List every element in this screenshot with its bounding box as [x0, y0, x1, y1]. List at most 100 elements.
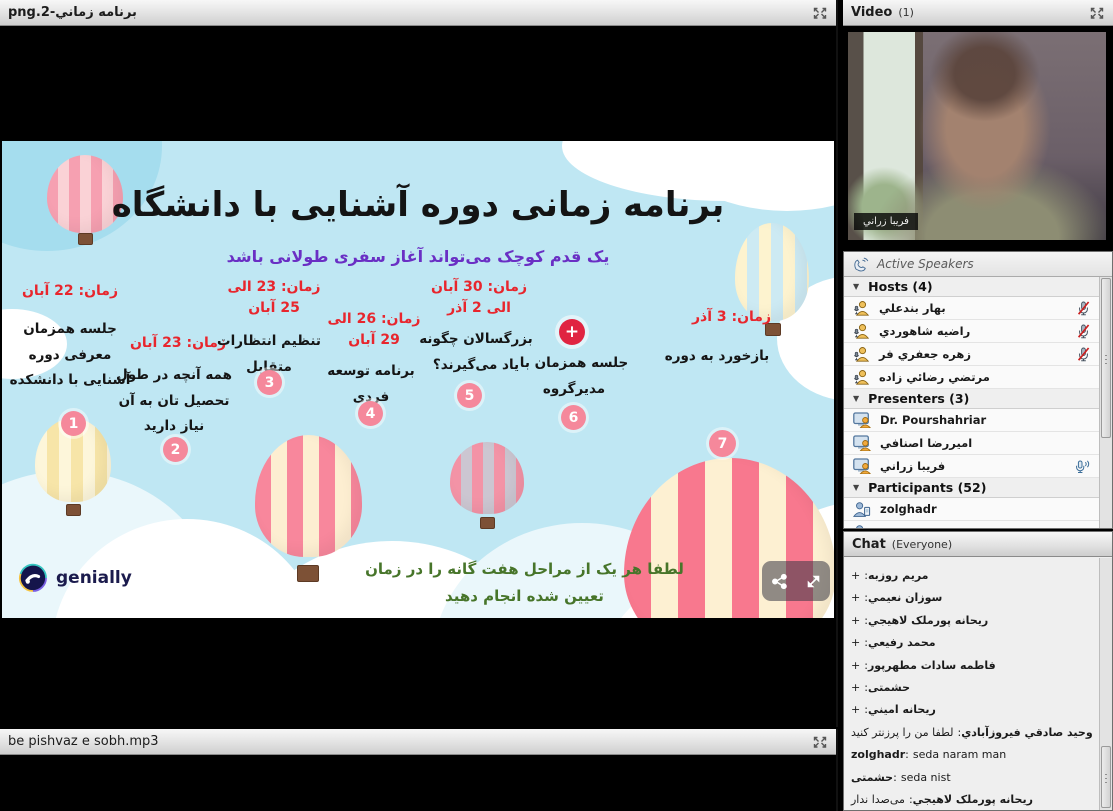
step-number[interactable]: 1 — [61, 411, 86, 436]
step-date: زمان: 26 الی 29 آبان — [324, 309, 424, 351]
collapse-triangle-icon[interactable]: ▼ — [853, 483, 859, 492]
share-pod: برنامه زماني-2.png — [0, 0, 838, 727]
genially-wordmark: genially — [56, 568, 132, 588]
attendee-row[interactable]: فريبا زراني — [844, 455, 1099, 478]
attendee-row[interactable]: زهره جعفري فر — [844, 343, 1099, 366]
video-pod: Video (1) فريبا زراني — [843, 0, 1113, 249]
chat-message: حشمتی:seda nist — [851, 767, 1093, 789]
chat-text: لطفا من را پرزنتر کنيد — [851, 726, 953, 739]
chat-message: وحيد صادقي فيروزآبادي:لطفا من را پرزنتر … — [851, 722, 1093, 744]
fullscreen-icon[interactable] — [812, 735, 828, 749]
participant-icon — [853, 524, 871, 528]
section-participants[interactable]: ▼ Participants (52) — [844, 478, 1099, 498]
presenter-icon — [853, 458, 871, 474]
attendee-name: اميررضا اصنافي — [880, 436, 972, 450]
chat-message: فاطمه سادات مطهرپور:+ — [851, 655, 1093, 677]
balloon-basket — [78, 233, 93, 245]
mic-muted-icon — [1077, 347, 1090, 362]
video-pod-titlebar[interactable]: Video (1) — [843, 0, 1113, 26]
chat-message: ريحانه پورملک لاهيجي:می‌صدا ندار — [851, 789, 1093, 810]
chat-pod-titlebar[interactable]: Chat (Everyone) — [844, 532, 1112, 557]
chat-author: حشمتی — [868, 681, 910, 694]
share-icon[interactable] — [771, 573, 788, 590]
fullscreen-icon[interactable] — [812, 6, 828, 20]
presenter-icon — [853, 412, 871, 428]
genially-logo[interactable]: genially — [18, 563, 132, 593]
infographic-title: برنامه زمانی دوره آشنایی با دانشگاه — [62, 185, 774, 225]
step-plus-button[interactable]: + — [559, 319, 585, 345]
chat-message: مريم روزبه:+ — [851, 565, 1093, 587]
step-number[interactable]: 3 — [257, 370, 282, 395]
collapse-triangle-icon[interactable]: ▼ — [853, 394, 859, 403]
mic-active-icon — [1075, 459, 1090, 474]
balloon-basket — [297, 565, 319, 582]
balloon — [450, 442, 524, 514]
chat-text: + — [851, 636, 860, 649]
attendee-name: zolghadr — [880, 502, 937, 516]
host-icon — [853, 300, 870, 316]
chat-text: + — [851, 569, 860, 582]
attendee-row[interactable]: zolghadr — [844, 498, 1099, 521]
step-number[interactable]: 5 — [457, 383, 482, 408]
chat-author: وحيد صادقي فيروزآبادي — [961, 726, 1092, 739]
video-count: (1) — [898, 6, 914, 19]
attendee-row[interactable]: Dr. Pourshahriar — [844, 409, 1099, 432]
host-icon — [853, 369, 870, 385]
chat-author: سوزان نعيمي — [868, 591, 942, 604]
attendees-scrollbar[interactable] — [1099, 277, 1112, 528]
chat-author: ريحانه اميني — [868, 703, 936, 716]
scrollbar-thumb[interactable] — [1101, 278, 1111, 438]
section-label: Presenters (3) — [868, 391, 969, 406]
attendee-name: Dr. Pourshahriar — [880, 413, 986, 427]
active-speakers-label: Active Speakers — [877, 257, 974, 271]
step-date: زمان: 3 آذر — [674, 307, 789, 328]
chat-text: + — [851, 659, 860, 672]
chat-text: + — [851, 591, 860, 604]
share-pod-titlebar[interactable]: برنامه زماني-2.png — [0, 0, 836, 26]
step-desc: جلسه همزمان با مدیرگروه — [516, 351, 632, 402]
meeting-window: برنامه زماني-2.png — [0, 0, 1113, 811]
step-number[interactable]: 4 — [358, 401, 383, 426]
attendee-name: بهار بندعلي — [879, 301, 946, 315]
chat-author: ريحانه پورملک لاهيجي — [913, 793, 1033, 806]
attendee-row[interactable]: بهار بندعلي — [844, 297, 1099, 320]
step-number[interactable]: 2 — [163, 437, 188, 462]
attendee-row[interactable]: اميررضا اصنافي — [844, 432, 1099, 455]
active-speakers-bar: Active Speakers — [844, 252, 1112, 277]
chat-message: سوزان نعيمي:+ — [851, 587, 1093, 609]
chat-pod: Chat (Everyone) مريم روزبه:+ سوزان نعيمي… — [843, 531, 1113, 811]
section-label: Participants (52) — [868, 480, 986, 495]
chat-author: ريحانه پورملک لاهيجي — [868, 614, 988, 627]
chat-pod-title: Chat — [852, 537, 886, 552]
attendee-name: مرتضي رضائي زاده — [879, 370, 990, 384]
step-number[interactable]: 6 — [561, 405, 586, 430]
step-date: زمان: 30 آبان الی 2 آذر — [425, 277, 533, 319]
step-desc: بازخورد به دوره — [647, 344, 787, 370]
chat-message: ريحانه اميني:+ — [851, 699, 1093, 721]
host-icon — [853, 346, 870, 362]
mic-muted-icon — [1077, 324, 1090, 339]
expand-icon[interactable] — [805, 573, 822, 590]
scrollbar-thumb[interactable] — [1101, 746, 1111, 808]
attendees-pod: Active Speakers ▼ Hosts (4) بهار بندعلي … — [843, 251, 1113, 529]
fullscreen-icon[interactable] — [1089, 6, 1105, 20]
chat-scrollbar[interactable] — [1099, 558, 1112, 810]
chat-text: + — [851, 614, 860, 627]
step-date: زمان: 22 آبان — [10, 281, 130, 302]
attendee-row[interactable] — [844, 521, 1099, 528]
infographic-note: لطفا هر یک از مراحل هفت گانه را در زمان … — [357, 556, 692, 610]
collapse-triangle-icon[interactable]: ▼ — [853, 282, 859, 291]
video-content: فريبا زراني — [843, 27, 1113, 249]
attendee-list: ▼ Hosts (4) بهار بندعلي راضيه شاهوردي زه… — [844, 277, 1099, 528]
attendee-name: زهره جعفري فر — [879, 347, 971, 361]
attendee-row[interactable]: مرتضي رضائي زاده — [844, 366, 1099, 389]
audio-pod-titlebar[interactable]: be pishvaz e sobh.mp3 — [0, 729, 836, 755]
step-number[interactable]: 7 — [709, 430, 736, 457]
section-presenters[interactable]: ▼ Presenters (3) — [844, 389, 1099, 409]
genially-icon — [18, 563, 48, 593]
chat-author: مريم روزبه — [868, 569, 929, 582]
chat-message: حشمتی:+ — [851, 677, 1093, 699]
balloon-basket — [66, 504, 81, 516]
attendee-row[interactable]: راضيه شاهوردي — [844, 320, 1099, 343]
section-hosts[interactable]: ▼ Hosts (4) — [844, 277, 1099, 297]
